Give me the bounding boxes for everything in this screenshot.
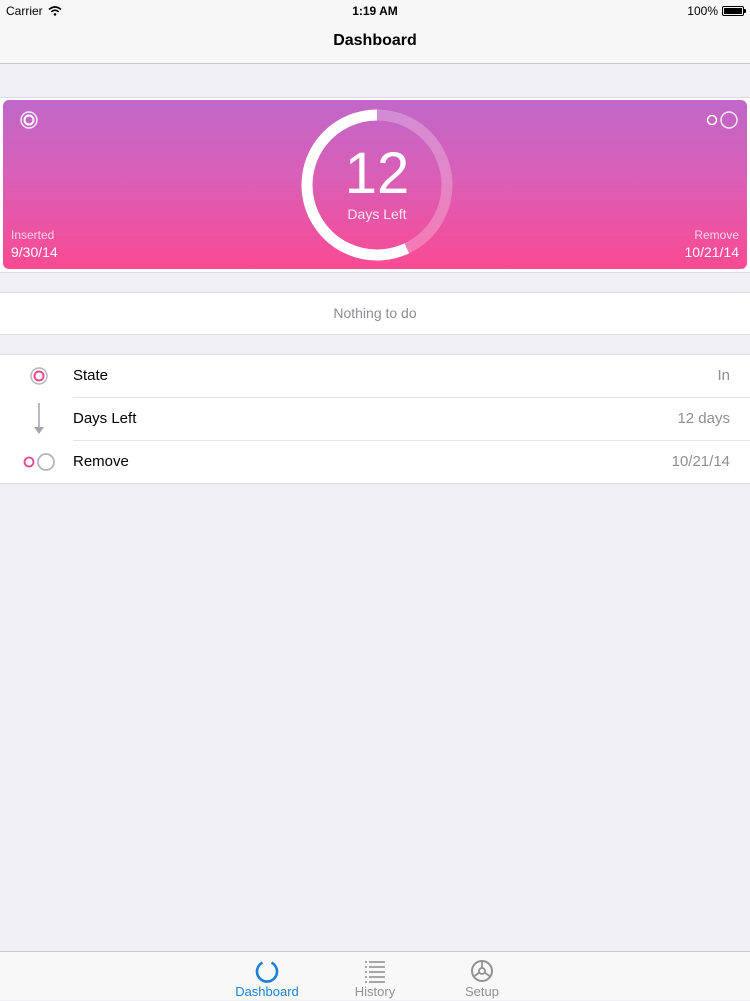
remove-label: Remove <box>694 228 739 242</box>
status-time: 1:19 AM <box>352 4 398 18</box>
todo-status: Nothing to do <box>0 292 750 335</box>
battery-percent: 100% <box>687 4 718 18</box>
arrow-down-icon <box>34 403 44 434</box>
tab-bar: Dashboard History Setup <box>0 951 750 1000</box>
list-item-state[interactable]: State In <box>0 355 750 398</box>
days-left-count: 12 <box>344 141 410 206</box>
inserted-label: Inserted <box>11 228 55 242</box>
remove-rings-icon <box>706 111 738 129</box>
row-label: Remove <box>73 453 129 470</box>
row-label: State <box>73 367 109 384</box>
page-title: Dashboard <box>333 32 417 49</box>
hero-section: 12 Days Left Inserted 9/30/14 Remove 10/… <box>0 97 750 273</box>
remove-rings-icon <box>23 453 55 471</box>
tab-label: Setup <box>465 984 499 999</box>
countdown-card[interactable]: 12 Days Left Inserted 9/30/14 Remove 10/… <box>3 100 747 269</box>
state-ring-icon <box>30 367 48 385</box>
info-list: State In Days Left 12 days Remove 10/21/… <box>0 354 750 484</box>
list-item-days-left[interactable]: Days Left 12 days <box>0 398 750 441</box>
tab-label: History <box>354 984 396 999</box>
battery-indicator: 100% <box>687 4 746 18</box>
list-item-remove[interactable]: Remove 10/21/14 <box>0 441 750 484</box>
status-bar: Carrier 1:19 AM 100% <box>0 0 750 22</box>
tab-label: Dashboard <box>235 984 299 999</box>
days-left-caption: Days Left <box>347 206 407 222</box>
tab-dashboard[interactable]: Dashboard <box>227 952 307 1001</box>
row-label: Days Left <box>73 410 137 427</box>
inserted-date: 9/30/14 <box>11 244 58 260</box>
setup-icon <box>471 960 493 982</box>
battery-icon <box>722 6 746 16</box>
row-value: 12 days <box>677 410 730 427</box>
remove-date: 10/21/14 <box>684 244 740 260</box>
tab-setup[interactable]: Setup <box>442 952 522 1001</box>
row-value: 10/21/14 <box>671 453 730 470</box>
state-ring-icon <box>20 111 38 129</box>
tab-history[interactable]: History <box>335 952 415 1001</box>
history-list-icon <box>365 961 385 983</box>
navigation-bar: Dashboard <box>0 22 750 64</box>
row-value: In <box>717 367 730 384</box>
dashboard-icon <box>255 961 279 983</box>
